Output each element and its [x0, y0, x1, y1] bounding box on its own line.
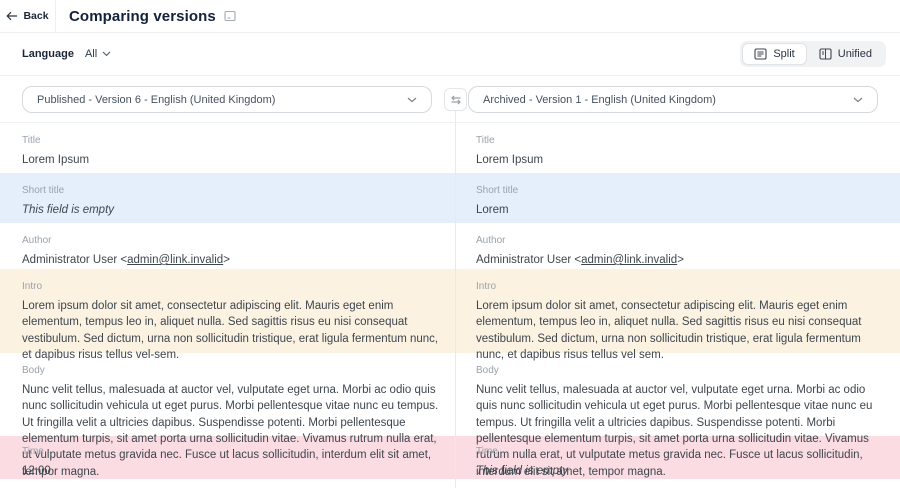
author-name: Administrator User < — [476, 254, 581, 266]
back-button[interactable]: Back — [0, 0, 56, 32]
field-value-right: Administrator User <admin@link.invalid> — [476, 252, 876, 268]
field-value-left: This field is empty — [22, 202, 439, 218]
field-row-author: Author Administrator User <admin@link.in… — [0, 223, 900, 269]
field-label: Intro — [476, 281, 876, 292]
field-value-left: Lorem Ipsum — [22, 152, 439, 168]
split-view-icon — [754, 48, 767, 60]
field-value-left: Administrator User <admin@link.invalid> — [22, 252, 439, 268]
field-label: Short title — [22, 185, 439, 196]
field-row-time: Time 12:00 Time This field is empty — [0, 436, 900, 479]
field-row-body: Body Nunc velit tellus, malesuada at auc… — [0, 353, 900, 436]
left-version-value: Published - Version 6 - English (United … — [37, 94, 275, 106]
field-value-right: Lorem Ipsum — [476, 152, 876, 168]
language-label: Language — [22, 48, 74, 60]
split-view-button[interactable]: Split — [743, 44, 805, 64]
field-label: Author — [22, 235, 439, 246]
field-label: Author — [476, 235, 876, 246]
language-selector[interactable]: All — [85, 48, 111, 60]
field-row-intro: Intro Lorem ipsum dolor sit amet, consec… — [0, 269, 900, 353]
chevron-down-icon — [102, 51, 111, 57]
left-version-dropdown[interactable]: Published - Version 6 - English (United … — [22, 86, 432, 113]
chevron-down-icon — [853, 97, 863, 103]
field-label: Title — [476, 135, 876, 146]
field-row-title: Title Lorem Ipsum Title Lorem Ipsum — [0, 123, 900, 173]
field-label: Title — [22, 135, 439, 146]
field-label: Intro — [22, 281, 439, 292]
field-label: Body — [476, 365, 876, 376]
version-selector-row: Published - Version 6 - English (United … — [0, 76, 900, 123]
back-label: Back — [23, 10, 48, 22]
right-version-value: Archived - Version 1 - English (United K… — [483, 94, 716, 106]
unified-view-icon — [819, 48, 832, 60]
field-label: Body — [22, 365, 439, 376]
chevron-down-icon — [407, 97, 417, 103]
field-label: Time — [22, 446, 439, 457]
page-title: Comparing versions — [69, 8, 216, 25]
field-label: Short title — [476, 185, 876, 196]
view-mode-toggle: Split Unified — [740, 41, 886, 67]
author-suffix: > — [223, 254, 230, 266]
author-email-link[interactable]: admin@link.invalid — [581, 254, 677, 266]
right-version-dropdown[interactable]: Archived - Version 1 - English (United K… — [468, 86, 878, 113]
author-email-link[interactable]: admin@link.invalid — [127, 254, 223, 266]
author-suffix: > — [677, 254, 684, 266]
field-value-right: This field is empty — [476, 463, 876, 479]
swap-arrows-icon — [450, 95, 462, 105]
author-name: Administrator User < — [22, 254, 127, 266]
field-label: Time — [476, 446, 876, 457]
bottom-filler — [0, 479, 900, 488]
field-value-left: 12:00 — [22, 463, 439, 479]
unified-view-button[interactable]: Unified — [808, 44, 883, 64]
field-row-short-title: Short title This field is empty Short ti… — [0, 173, 900, 223]
field-value-right: Lorem — [476, 202, 876, 218]
toolbar: Language All Split Unified — [0, 33, 900, 76]
split-view-label: Split — [773, 48, 794, 60]
language-value: All — [85, 48, 97, 60]
unified-view-label: Unified — [838, 48, 872, 60]
page-header: Back Comparing versions — [0, 0, 900, 33]
swap-versions-button[interactable] — [444, 88, 467, 111]
back-arrow-icon — [6, 11, 18, 21]
comment-box-icon — [224, 10, 236, 22]
